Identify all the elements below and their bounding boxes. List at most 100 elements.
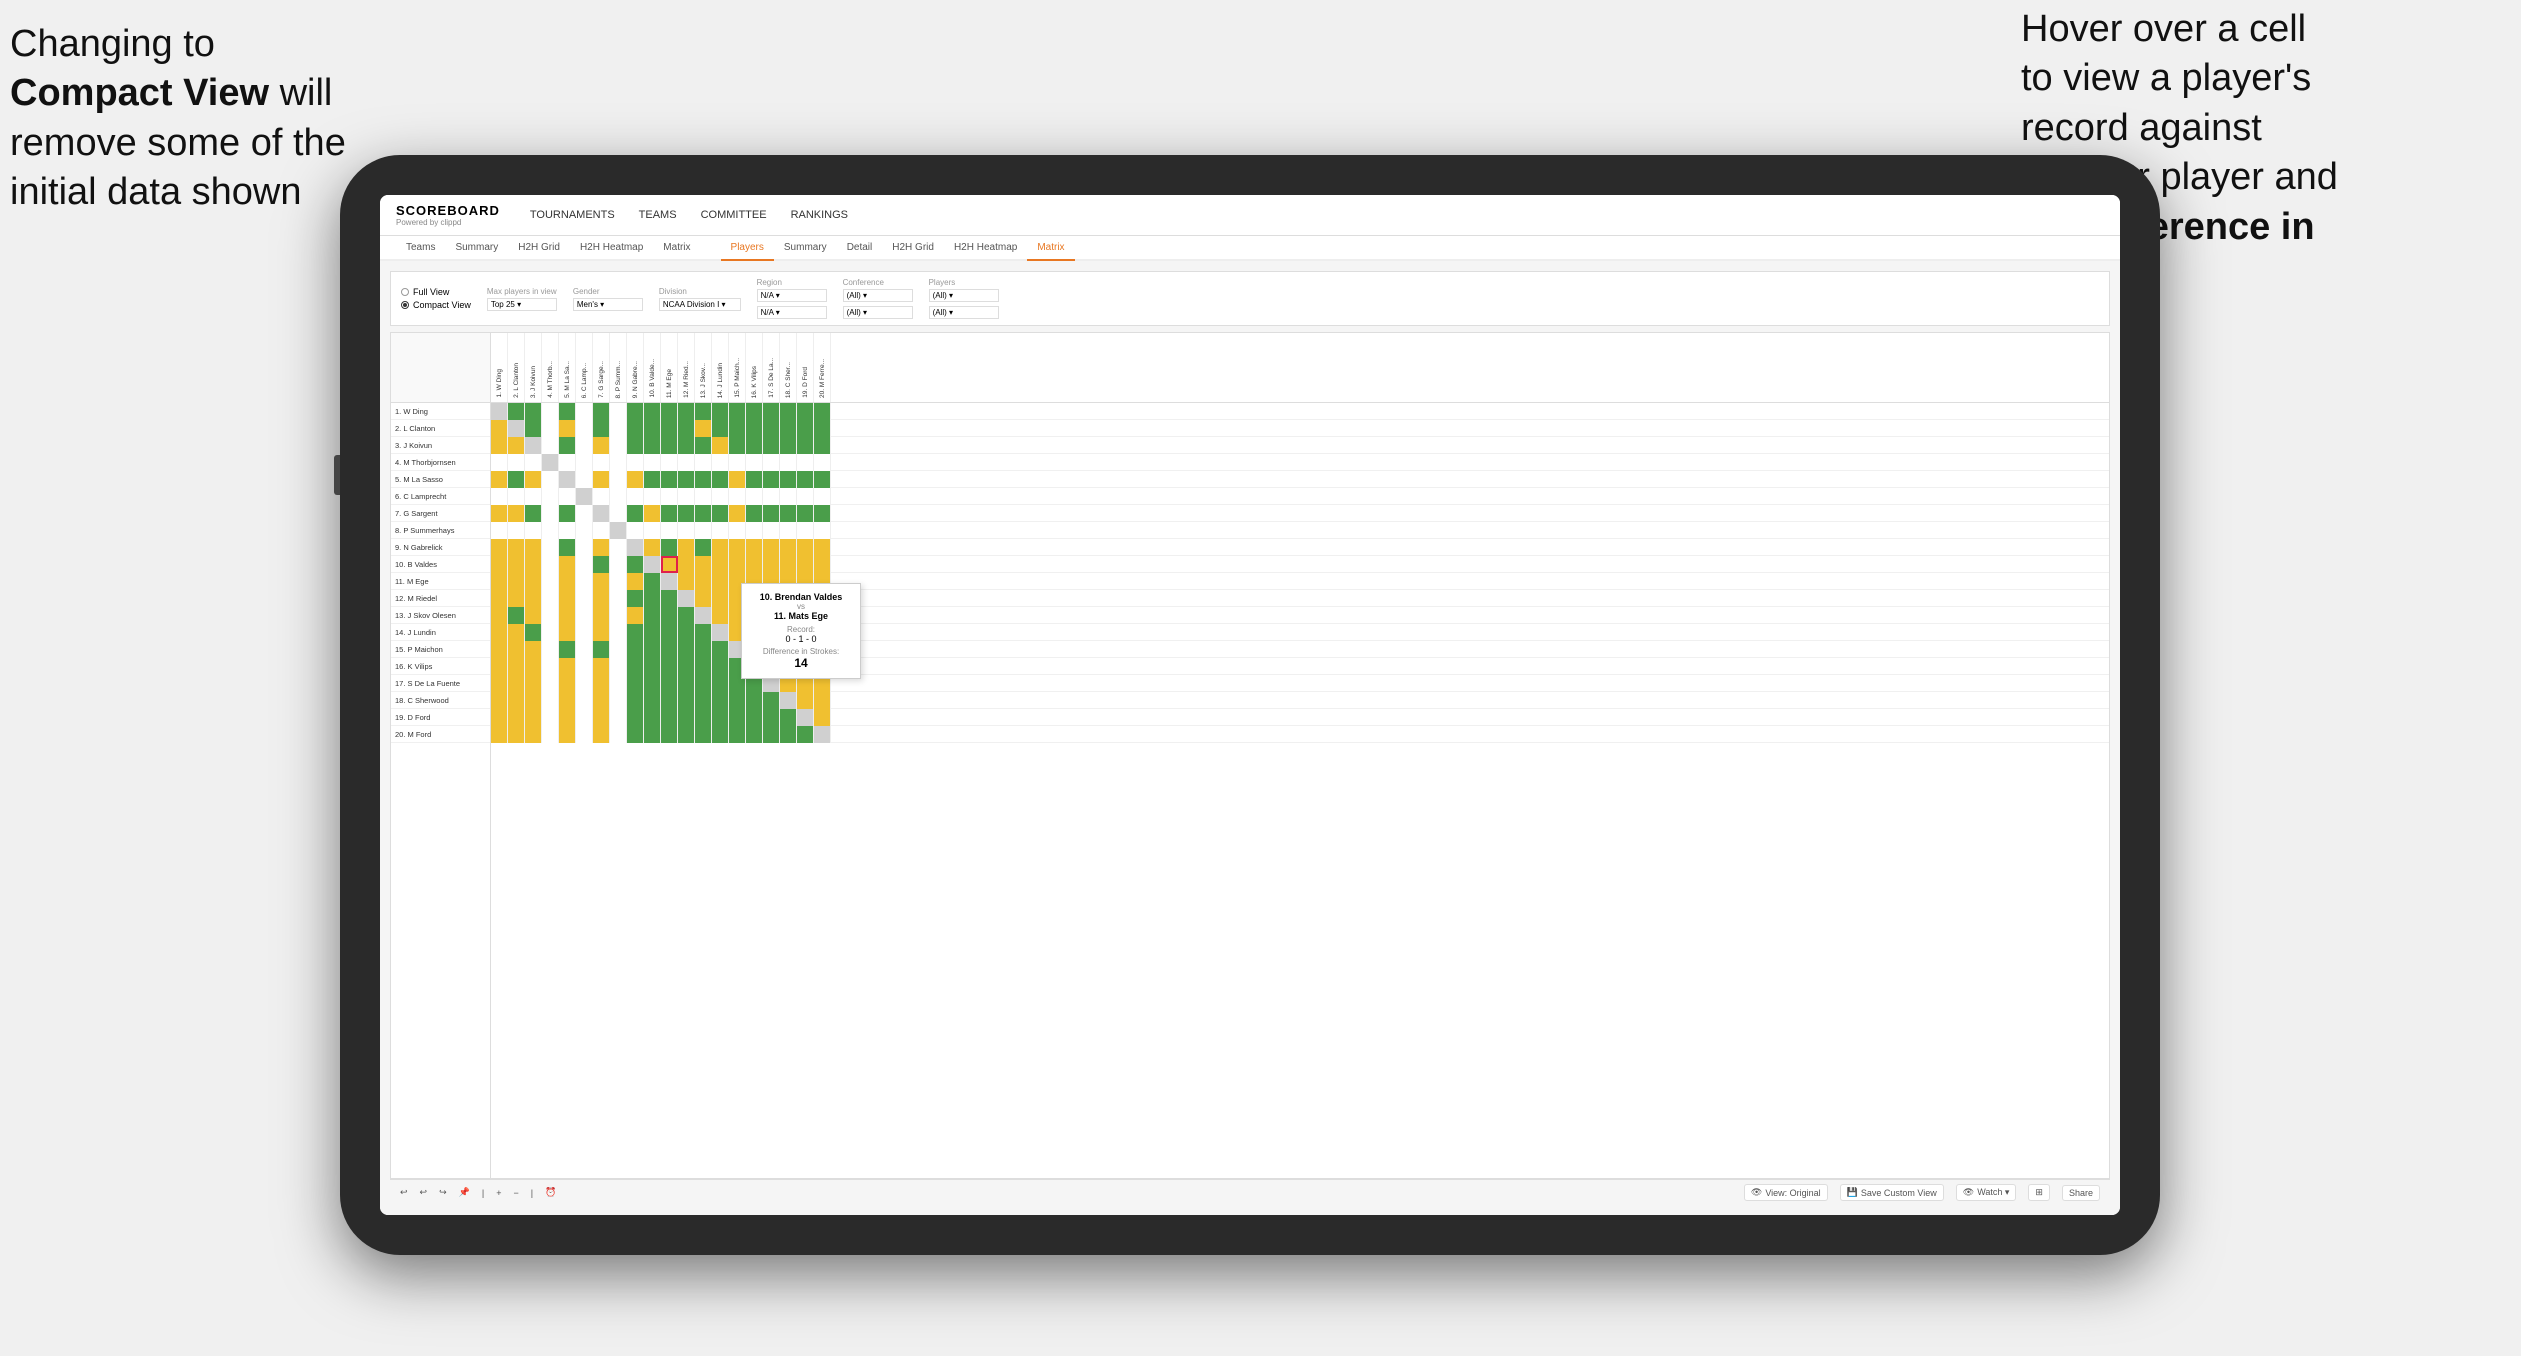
cell-9-19[interactable] <box>797 539 814 556</box>
cell-8-16[interactable] <box>746 522 763 539</box>
cell-17-12[interactable] <box>678 675 695 692</box>
cell-14-1[interactable] <box>491 624 508 641</box>
tab-detail[interactable]: Detail <box>837 236 883 261</box>
cell-2-4[interactable] <box>542 420 559 437</box>
cell-3-11[interactable] <box>661 437 678 454</box>
cell-15-5[interactable] <box>559 641 576 658</box>
cell-6-2[interactable] <box>508 488 525 505</box>
cell-12-12[interactable] <box>678 590 695 607</box>
cell-20-16[interactable] <box>746 726 763 743</box>
cell-12-6[interactable] <box>576 590 593 607</box>
cell-16-2[interactable] <box>508 658 525 675</box>
cell-10-4[interactable] <box>542 556 559 573</box>
layout-button[interactable]: ⊞ <box>2028 1184 2050 1201</box>
cell-11-4[interactable] <box>542 573 559 590</box>
cell-10-20[interactable] <box>814 556 831 573</box>
full-view-radio[interactable]: Full View <box>401 287 471 297</box>
cell-3-12[interactable] <box>678 437 695 454</box>
cell-20-6[interactable] <box>576 726 593 743</box>
cell-20-3[interactable] <box>525 726 542 743</box>
cell-3-1[interactable] <box>491 437 508 454</box>
cell-10-16[interactable] <box>746 556 763 573</box>
cell-14-13[interactable] <box>695 624 712 641</box>
cell-4-12[interactable] <box>678 454 695 471</box>
cell-15-14[interactable] <box>712 641 729 658</box>
cell-5-20[interactable] <box>814 471 831 488</box>
cell-3-4[interactable] <box>542 437 559 454</box>
cell-6-13[interactable] <box>695 488 712 505</box>
nav-committee[interactable]: COMMITTEE <box>701 205 767 225</box>
cell-19-13[interactable] <box>695 709 712 726</box>
cell-6-19[interactable] <box>797 488 814 505</box>
cell-3-9[interactable] <box>627 437 644 454</box>
cell-1-13[interactable] <box>695 403 712 420</box>
cell-15-7[interactable] <box>593 641 610 658</box>
cell-7-3[interactable] <box>525 505 542 522</box>
cell-6-5[interactable] <box>559 488 576 505</box>
cell-9-14[interactable] <box>712 539 729 556</box>
cell-7-2[interactable] <box>508 505 525 522</box>
cell-10-9[interactable] <box>627 556 644 573</box>
cell-8-11[interactable] <box>661 522 678 539</box>
cell-11-12[interactable] <box>678 573 695 590</box>
cell-6-4[interactable] <box>542 488 559 505</box>
cell-20-2[interactable] <box>508 726 525 743</box>
cell-19-10[interactable] <box>644 709 661 726</box>
cell-16-5[interactable] <box>559 658 576 675</box>
cell-13-7[interactable] <box>593 607 610 624</box>
add-button[interactable]: + <box>496 1188 501 1198</box>
cell-1-7[interactable] <box>593 403 610 420</box>
cell-2-15[interactable] <box>729 420 746 437</box>
cell-17-8[interactable] <box>610 675 627 692</box>
cell-9-18[interactable] <box>780 539 797 556</box>
cell-5-16[interactable] <box>746 471 763 488</box>
save-custom-button[interactable]: 💾 Save Custom View <box>1840 1184 1944 1201</box>
share-button[interactable]: Share <box>2062 1185 2100 1201</box>
cell-4-17[interactable] <box>763 454 780 471</box>
cell-13-14[interactable] <box>712 607 729 624</box>
cell-1-1[interactable] <box>491 403 508 420</box>
cell-5-2[interactable] <box>508 471 525 488</box>
cell-10-5[interactable] <box>559 556 576 573</box>
cell-10-12[interactable] <box>678 556 695 573</box>
cell-1-16[interactable] <box>746 403 763 420</box>
cell-8-5[interactable] <box>559 522 576 539</box>
cell-18-10[interactable] <box>644 692 661 709</box>
cell-9-13[interactable] <box>695 539 712 556</box>
cell-4-7[interactable] <box>593 454 610 471</box>
cell-18-15[interactable] <box>729 692 746 709</box>
cell-9-17[interactable] <box>763 539 780 556</box>
cell-19-9[interactable] <box>627 709 644 726</box>
cell-20-5[interactable] <box>559 726 576 743</box>
cell-3-7[interactable] <box>593 437 610 454</box>
cell-18-14[interactable] <box>712 692 729 709</box>
cell-5-9[interactable] <box>627 471 644 488</box>
cell-13-10[interactable] <box>644 607 661 624</box>
cell-19-2[interactable] <box>508 709 525 726</box>
cell-5-11[interactable] <box>661 471 678 488</box>
cell-20-18[interactable] <box>780 726 797 743</box>
cell-5-5[interactable] <box>559 471 576 488</box>
cell-8-2[interactable] <box>508 522 525 539</box>
cell-2-2[interactable] <box>508 420 525 437</box>
cell-5-1[interactable] <box>491 471 508 488</box>
cell-13-13[interactable] <box>695 607 712 624</box>
pin-button[interactable]: 📌 <box>459 1187 470 1198</box>
cell-13-6[interactable] <box>576 607 593 624</box>
cell-8-15[interactable] <box>729 522 746 539</box>
cell-17-9[interactable] <box>627 675 644 692</box>
cell-9-12[interactable] <box>678 539 695 556</box>
cell-5-13[interactable] <box>695 471 712 488</box>
cell-10-6[interactable] <box>576 556 593 573</box>
view-original-button[interactable]: 👁 View: Original <box>1744 1184 1828 1201</box>
cell-10-7[interactable] <box>593 556 610 573</box>
cell-1-4[interactable] <box>542 403 559 420</box>
tab-teams[interactable]: Teams <box>396 236 445 261</box>
cell-20-10[interactable] <box>644 726 661 743</box>
cell-16-14[interactable] <box>712 658 729 675</box>
cell-6-18[interactable] <box>780 488 797 505</box>
cell-3-16[interactable] <box>746 437 763 454</box>
undo2-button[interactable]: ↩ <box>420 1187 428 1198</box>
cell-17-1[interactable] <box>491 675 508 692</box>
cell-9-8[interactable] <box>610 539 627 556</box>
